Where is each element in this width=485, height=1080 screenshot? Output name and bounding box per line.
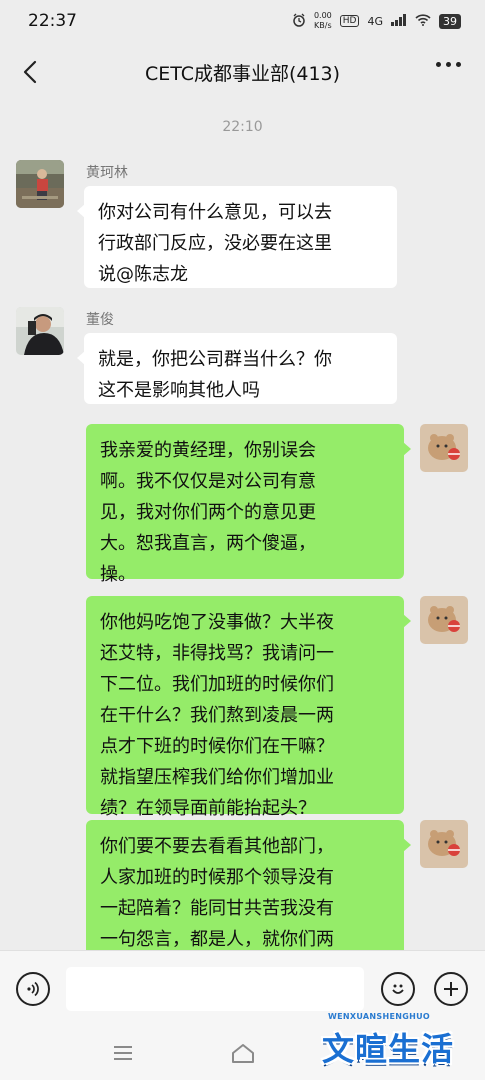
- avatar[interactable]: [16, 160, 64, 208]
- voice-icon: [27, 981, 39, 997]
- chat-header: CETC成都事业部(413): [0, 42, 485, 102]
- emoji-button[interactable]: [381, 972, 415, 1006]
- message-bubble-sent[interactable]: 我亲爱的黄经理，你别误会 啊。我不仅仅是对公司有意 见，我对你们两个的意见更 大…: [86, 424, 411, 585]
- net-speed-value: 0.00: [313, 11, 332, 20]
- avatar[interactable]: [16, 307, 64, 355]
- sender-name: 董俊: [86, 312, 114, 328]
- voice-button[interactable]: [16, 972, 50, 1006]
- wifi-icon: [415, 13, 431, 29]
- menu-icon: [114, 1046, 132, 1060]
- more-icon-dot: [446, 62, 451, 67]
- avatar-self[interactable]: [420, 596, 468, 644]
- battery-badge: 39: [439, 13, 461, 29]
- home-icon: [232, 1044, 254, 1063]
- hd-badge: HD: [339, 15, 360, 27]
- watermark-logo: WENXUANSHENGHUO 文暄生活: [318, 1010, 478, 1074]
- add-button[interactable]: [434, 972, 468, 1006]
- emoji-icon: [392, 984, 404, 994]
- nav-home-button[interactable]: [228, 1040, 258, 1066]
- message-bubble[interactable]: 你对公司有什么意见，可以去 行政部门反应，没必要在这里 说@陈志龙: [77, 186, 397, 288]
- back-button[interactable]: [16, 56, 44, 88]
- network-label: 4G: [367, 14, 383, 28]
- watermark-small-text: WENXUANSHENGHUO: [328, 1012, 430, 1021]
- avatar-self[interactable]: [420, 820, 468, 868]
- nav-menu-button[interactable]: [108, 1040, 138, 1066]
- message-input[interactable]: [66, 967, 364, 1011]
- more-icon-dot: [436, 62, 441, 67]
- signal-icon: [391, 13, 407, 29]
- message-list[interactable]: 22:10 黄珂林 你对公司有什么意见，可以去 行政部门反应，没必要在这里 说@…: [0, 102, 485, 950]
- chevron-left-icon: [23, 60, 37, 84]
- sender-name: 黄珂林: [86, 165, 128, 181]
- more-icon-dot: [456, 62, 461, 67]
- status-bar: 22:37 0.00 KB/s HD 4G 39: [0, 0, 485, 42]
- more-button[interactable]: [436, 62, 461, 67]
- status-icons: 0.00 KB/s HD 4G 39: [292, 11, 461, 31]
- avatar-self[interactable]: [420, 424, 468, 472]
- plus-icon: [444, 982, 458, 996]
- net-speed-unit: KB/s: [314, 21, 332, 30]
- watermark-big-text: 文暄生活: [322, 1030, 455, 1068]
- status-time: 22:37: [28, 11, 77, 31]
- net-speed: 0.00 KB/s: [314, 11, 332, 31]
- message-timestamp: 22:10: [222, 119, 263, 135]
- message-bubble[interactable]: 就是，你把公司群当什么？你 这不是影响其他人吗: [77, 333, 397, 404]
- alarm-icon: [292, 13, 306, 30]
- message-bubble-sent[interactable]: 你们要不要去看看其他部门， 人家加班的时候那个领导没有 一起陪着？能同甘共苦我没…: [86, 820, 411, 950]
- chat-title: CETC成都事业部(413): [144, 62, 341, 85]
- message-bubble-sent[interactable]: 你他妈吃饱了没事做？大半夜 还艾特，非得找骂？我请问一 下二位。我们加班的时候你…: [86, 596, 411, 819]
